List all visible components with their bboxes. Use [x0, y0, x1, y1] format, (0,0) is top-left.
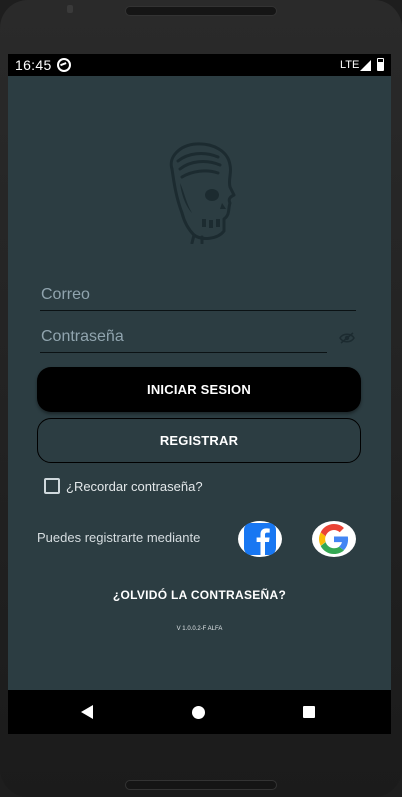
facebook-icon — [244, 523, 276, 555]
device-frame: 16:45 LTE Correo INICIAR SESION REGISTRA… — [0, 0, 402, 797]
forgot-password-link[interactable]: ¿OLVIDÓ LA CONTRASEÑA? — [8, 588, 391, 602]
home-icon[interactable] — [192, 706, 205, 719]
social-register-prompt: Puedes registrarte mediante — [37, 530, 201, 545]
navigation-bar — [8, 690, 391, 734]
network-type: LTE — [340, 59, 360, 71]
google-icon — [319, 524, 349, 554]
back-icon[interactable] — [81, 705, 93, 719]
app-version: V 1.0.0.2-F ALFA — [176, 626, 223, 632]
remember-password-row[interactable]: ¿Recordar contraseña? — [44, 476, 203, 496]
login-button-label: INICIAR SESION — [147, 382, 251, 397]
recents-icon[interactable] — [303, 706, 315, 718]
register-button-label: REGISTRAR — [159, 433, 239, 448]
bearded-skull-logo — [169, 142, 236, 244]
bottom-speaker — [125, 780, 277, 790]
google-login-button[interactable] — [312, 521, 356, 557]
app-screen: 16:45 LTE Correo INICIAR SESION REGISTRA… — [8, 54, 391, 734]
toggle-password-visibility-icon[interactable] — [339, 332, 355, 344]
status-time: 16:45 — [15, 57, 52, 73]
email-field[interactable] — [40, 275, 356, 311]
password-field-wrapper — [40, 317, 327, 353]
status-bar: 16:45 LTE — [8, 54, 391, 76]
login-button[interactable]: INICIAR SESION — [37, 367, 361, 412]
front-camera — [67, 5, 73, 13]
remember-checkbox[interactable] — [44, 478, 60, 494]
facebook-login-button[interactable] — [238, 521, 282, 557]
signal-icon — [360, 60, 371, 71]
battery-icon — [377, 58, 384, 71]
email-field-wrapper — [40, 275, 356, 311]
sync-icon — [57, 58, 71, 72]
register-button[interactable]: REGISTRAR — [37, 418, 361, 463]
password-field[interactable] — [40, 317, 327, 353]
remember-label: ¿Recordar contraseña? — [66, 478, 203, 494]
top-speaker — [125, 6, 277, 16]
